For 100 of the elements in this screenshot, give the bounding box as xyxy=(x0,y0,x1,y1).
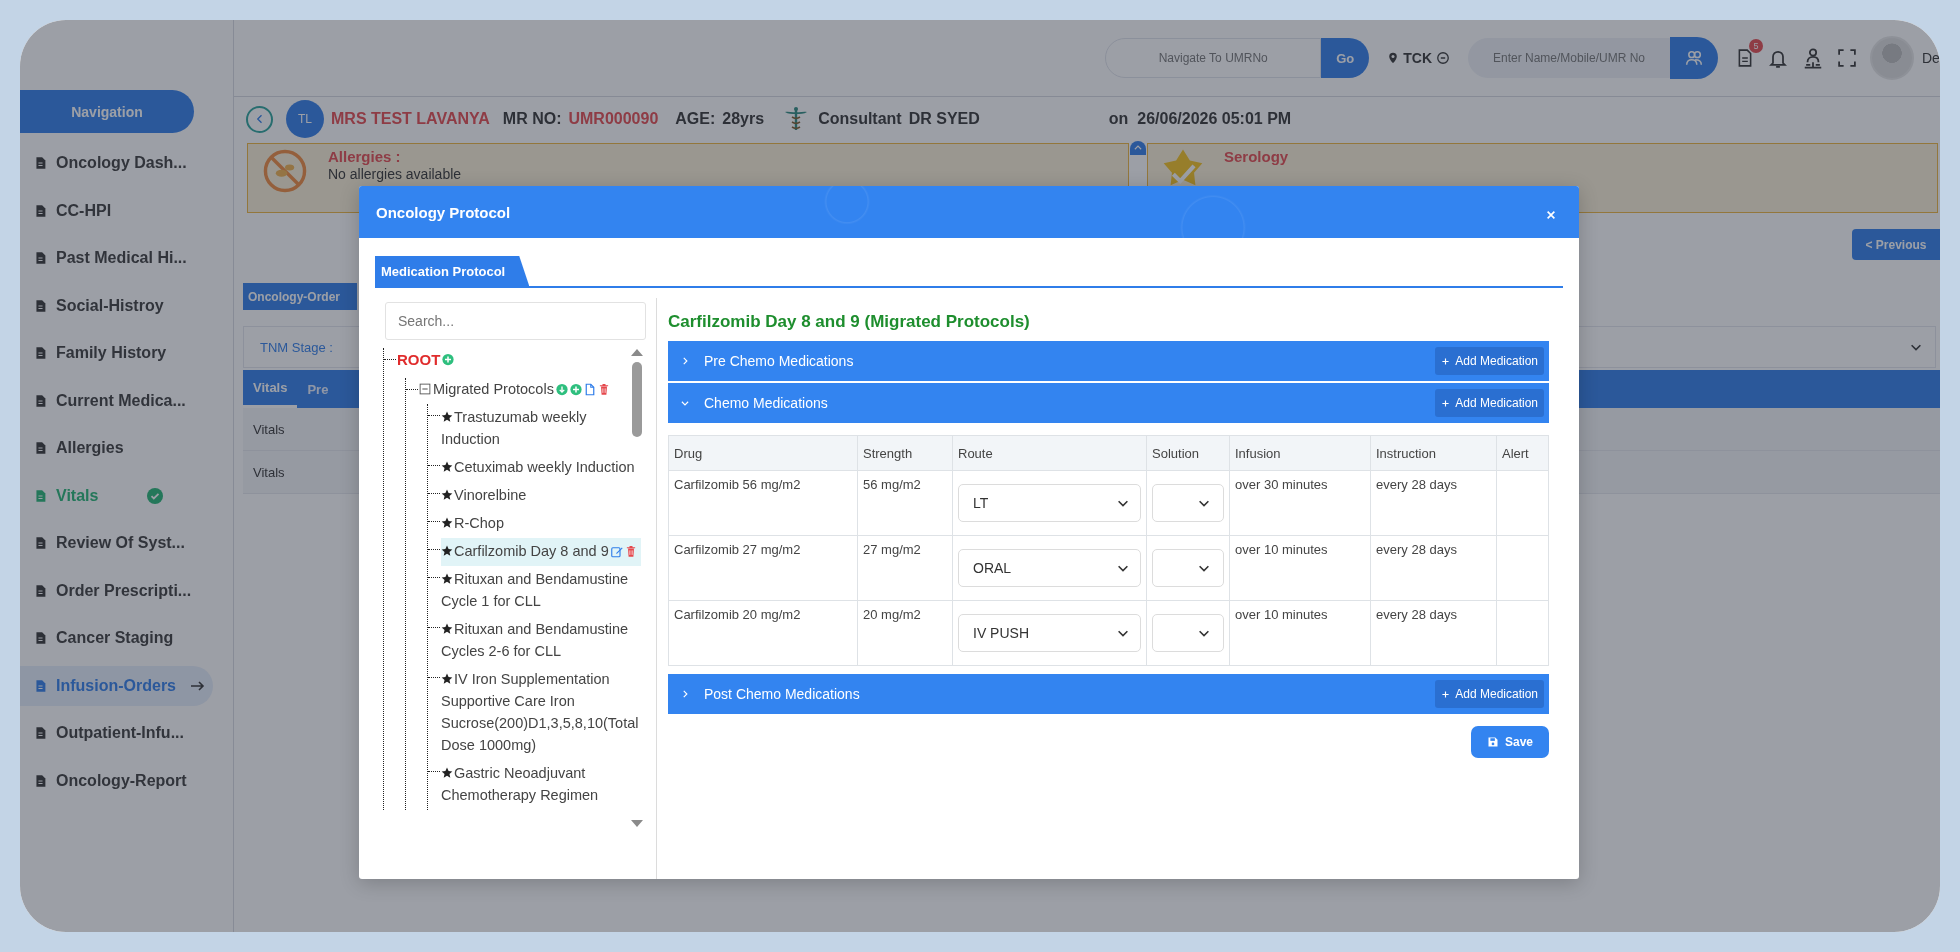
sidebar-item[interactable]: Order Prescripti... xyxy=(20,570,202,611)
file-icon xyxy=(34,773,47,788)
section-toggle[interactable]: Post Chemo Medications xyxy=(680,686,860,702)
section-tab[interactable]: Oncology-Order xyxy=(243,283,357,310)
table-cell: Carfilzomib 20 mg/m2 xyxy=(668,600,858,666)
sidebar-item[interactable]: Allergies xyxy=(20,428,134,468)
navigation-button[interactable]: Navigation xyxy=(20,90,194,133)
file-icon xyxy=(34,583,47,598)
add-icon[interactable] xyxy=(569,382,582,396)
route-select[interactable]: ORAL xyxy=(958,549,1141,587)
protocol-title: Carfilzomib Day 8 and 9 (Migrated Protocols) xyxy=(668,312,1031,332)
table-cell: Carfilzomib 56 mg/m2 xyxy=(668,470,858,536)
search-field[interactable]: Search... xyxy=(385,302,646,340)
sidebar-item[interactable]: Family History xyxy=(20,333,177,373)
age-value: 28yrs xyxy=(722,110,765,128)
tree-item[interactable]: Rituxan and Bendamustine Cycles 2-6 for CLL xyxy=(441,618,636,662)
chevron-down-icon xyxy=(680,398,690,408)
add-icon[interactable] xyxy=(442,352,455,366)
add-medication-button[interactable]: Add Medication xyxy=(1435,680,1544,708)
table-cell: every 28 days xyxy=(1370,600,1497,666)
file-icon xyxy=(34,298,47,313)
add-medication-button[interactable]: Add Medication xyxy=(1435,347,1544,375)
tree-item[interactable]: Cetuximab weekly Induction xyxy=(441,456,635,478)
plus-icon xyxy=(1441,398,1451,408)
bell-icon[interactable] xyxy=(1768,48,1788,68)
edit-icon[interactable] xyxy=(610,545,623,558)
column-header: Solution xyxy=(1146,435,1230,471)
team-icon[interactable] xyxy=(1802,47,1824,69)
minus-circle-icon xyxy=(1436,51,1450,65)
table-cell: Vitals xyxy=(253,421,285,437)
tab[interactable]: Medication Protocol xyxy=(375,256,530,286)
star-icon xyxy=(441,517,453,529)
sidebar-item[interactable]: Outpatient-Infu... xyxy=(20,713,194,753)
download-icon[interactable] xyxy=(555,382,568,396)
back-button[interactable] xyxy=(246,105,273,133)
sidebar-item[interactable]: Infusion-Orders xyxy=(20,665,213,706)
pin-icon xyxy=(1387,51,1400,65)
mr-label: MR NO: xyxy=(502,110,562,128)
tree-item[interactable]: IV Iron Supplementation Supportive Care Iron Sucrose(200)D1,3,5,8,10(Total Dose 1000mg) xyxy=(441,668,639,756)
route-select[interactable]: LT xyxy=(958,484,1141,522)
tree-item[interactable]: Vinorelbine xyxy=(441,484,527,506)
previous-button[interactable]: < Previous xyxy=(1852,229,1940,260)
route-select[interactable]: IV PUSH xyxy=(958,614,1141,652)
tree-item[interactable]: Rituxan and Bendamustine Cycle 1 for CLL xyxy=(441,568,636,612)
sidebar-item[interactable]: Current Medica... xyxy=(20,380,196,421)
table-cell: Vitals xyxy=(253,464,285,480)
tree-item[interactable]: R-Chop xyxy=(441,512,504,534)
patient-search-button[interactable] xyxy=(1670,37,1718,79)
tree-item[interactable]: Gastric Neoadjuvant Chemotherapy Regimen xyxy=(441,762,636,806)
collapse-button[interactable] xyxy=(1130,141,1146,155)
star-icon xyxy=(441,489,453,501)
section-toggle[interactable]: Pre Chemo Medications xyxy=(680,353,854,369)
file-icon xyxy=(34,393,47,408)
tree-item[interactable]: Trastuzumab weekly Induction xyxy=(441,406,636,450)
umr-search-field[interactable]: Navigate To UMRNo xyxy=(1105,38,1322,78)
table-cell: 20 mg/m2 xyxy=(857,600,953,666)
notification-badge: 5 xyxy=(1749,39,1763,53)
table-cell: over 30 minutes xyxy=(1229,470,1371,536)
delete-icon[interactable] xyxy=(624,545,637,558)
patient-search-field[interactable]: Enter Name/Mobile/UMR No xyxy=(1468,38,1670,78)
sidebar-item[interactable]: Oncology-Report xyxy=(20,760,197,801)
go-button[interactable]: Go xyxy=(1321,38,1370,78)
modal-title: Oncology Protocol xyxy=(376,203,511,221)
column-header: Drug xyxy=(668,435,858,471)
file-icon xyxy=(34,678,47,693)
alert-title: Serology xyxy=(1224,148,1289,165)
section-toggle[interactable]: Chemo Medications xyxy=(680,395,828,411)
document-icon[interactable] xyxy=(1736,48,1754,68)
collapse-toggle-icon[interactable] xyxy=(419,383,431,395)
alert-title: Allergies : xyxy=(328,148,402,165)
tree-item[interactable]: Migrated Protocols xyxy=(433,381,554,397)
location-selector[interactable]: TCK xyxy=(1387,50,1450,66)
check-circle-icon xyxy=(147,487,164,504)
file-icon xyxy=(34,488,47,503)
file-icon xyxy=(34,346,47,360)
add-medication-button[interactable]: Add Medication xyxy=(1435,389,1544,417)
sidebar-item[interactable]: Cancer Staging xyxy=(20,618,184,658)
tab[interactable]: Pre xyxy=(297,370,339,408)
table-cell: 27 mg/m2 xyxy=(857,535,953,601)
close-icon xyxy=(1545,209,1557,221)
sidebar-item[interactable]: CC-HPI xyxy=(20,190,122,231)
star-icon xyxy=(441,767,453,779)
sidebar-item[interactable]: Social-Histroy xyxy=(20,285,174,326)
sidebar-item[interactable]: Oncology Dash... xyxy=(20,143,197,183)
star-icon xyxy=(441,623,453,635)
table-cell: Carfilzomib 27 mg/m2 xyxy=(668,535,858,601)
badge-icon xyxy=(1162,148,1204,188)
fullscreen-icon[interactable] xyxy=(1838,49,1856,67)
user-avatar[interactable] xyxy=(1870,36,1914,80)
tree-item[interactable]: ROOT xyxy=(397,350,441,368)
sidebar-item[interactable]: Past Medical Hi... xyxy=(20,238,197,278)
sidebar-item[interactable]: Review Of Syst... xyxy=(20,523,195,563)
user-name: De xyxy=(1922,50,1940,66)
chevron-right-icon xyxy=(680,689,690,699)
table-cell: 56 mg/m2 xyxy=(857,470,953,536)
save-button[interactable]: Save xyxy=(1471,726,1549,758)
delete-icon[interactable] xyxy=(597,382,610,396)
table-cell: over 10 minutes xyxy=(1229,600,1371,666)
alert-message: No allergies available xyxy=(328,166,462,182)
document-icon[interactable] xyxy=(583,382,596,396)
